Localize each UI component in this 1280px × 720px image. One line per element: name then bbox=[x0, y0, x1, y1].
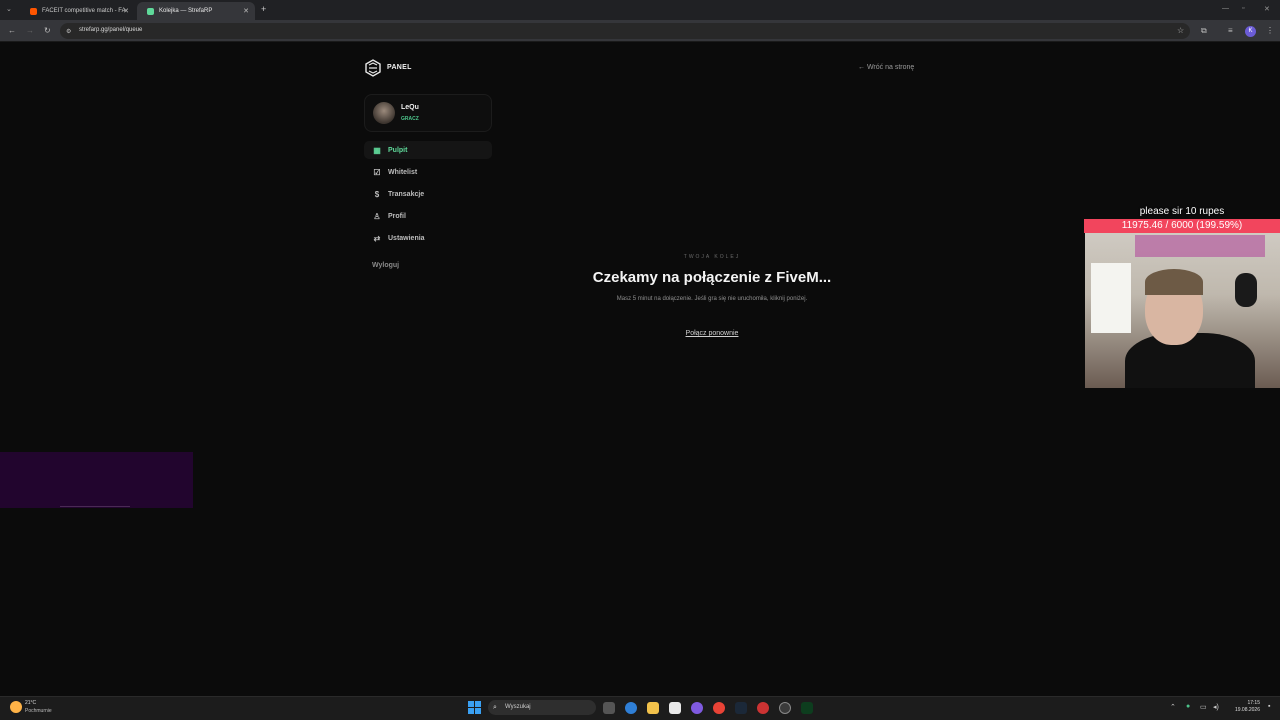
strefarp-logo-icon[interactable] bbox=[364, 59, 382, 77]
weather-icon[interactable] bbox=[10, 701, 22, 713]
close-tab-icon[interactable]: ✕ bbox=[123, 7, 129, 15]
checkbox-icon: ☑ bbox=[373, 167, 381, 177]
divider bbox=[60, 506, 130, 507]
windows-start-icon[interactable] bbox=[468, 701, 481, 714]
volume-icon[interactable]: ◂) bbox=[1213, 703, 1219, 711]
new-tab-button[interactable]: + bbox=[261, 4, 266, 14]
back-arrow-icon[interactable]: ← bbox=[8, 26, 16, 35]
back-to-site-link[interactable]: ← Wróć na stronę bbox=[858, 64, 914, 71]
minimize-icon[interactable]: — bbox=[1222, 5, 1229, 12]
reconnect-link[interactable]: Połącz ponownie bbox=[660, 330, 764, 337]
chrome-icon[interactable] bbox=[713, 702, 725, 714]
tab-kolejka[interactable]: Kolejka — StrefaRP ✕ bbox=[137, 2, 255, 20]
queue-description: Masz 5 minut na dołączenie. Jeśli gra si… bbox=[616, 296, 808, 302]
messenger-icon[interactable] bbox=[691, 702, 703, 714]
media-icon[interactable]: ≡ bbox=[1228, 26, 1233, 35]
dollar-icon: $ bbox=[374, 189, 380, 199]
webcam-feed bbox=[1085, 233, 1280, 388]
sidebar-item-transakcje[interactable]: $ Transakcje bbox=[364, 185, 492, 203]
queue-eyebrow: TWOJA KOLEJ bbox=[683, 254, 741, 260]
sidebar-item-profil[interactable]: ♙ Profil bbox=[364, 207, 492, 225]
extensions-icon[interactable]: ⧉ bbox=[1201, 26, 1207, 36]
site-info-icon[interactable]: ⚙ bbox=[66, 28, 71, 35]
search-icon: ⌕ bbox=[493, 704, 497, 711]
user-icon: ♙ bbox=[373, 211, 381, 221]
sidebar-item-label: Ustawienia bbox=[388, 234, 425, 242]
browser-tab-strip: ⌄ FACEIT competitive match - FA ✕ Kolejk… bbox=[0, 0, 1280, 20]
date: 19.08.2026 bbox=[1234, 707, 1260, 713]
strefarp-favicon-icon bbox=[147, 7, 154, 15]
panel-title: PANEL bbox=[387, 64, 412, 71]
app-icon[interactable] bbox=[757, 702, 769, 714]
reload-icon[interactable]: ↻ bbox=[44, 26, 51, 35]
taskbar-search[interactable]: ⌕ Wyszukaj bbox=[488, 700, 596, 715]
taskbar bbox=[0, 696, 1280, 720]
chrome-active-icon[interactable] bbox=[779, 702, 791, 714]
tab-search-icon[interactable]: ⌄ bbox=[6, 5, 12, 13]
streamer-body bbox=[1125, 333, 1255, 388]
close-tab-icon[interactable]: ✕ bbox=[243, 7, 249, 15]
omnibox[interactable] bbox=[60, 23, 1190, 39]
task-view-icon[interactable] bbox=[603, 702, 615, 714]
wall-poster bbox=[1135, 235, 1265, 257]
sidebar-item-ustawienia[interactable]: ⇄ Ustawienia bbox=[364, 229, 492, 247]
queue-title: Czekamy na połączenie z FiveM... bbox=[592, 269, 832, 286]
sidebar-item-label: Transakcje bbox=[388, 190, 425, 198]
file-explorer-icon[interactable] bbox=[647, 702, 659, 714]
terminal-icon[interactable] bbox=[801, 702, 813, 714]
taskbar-clock[interactable]: 17:15 19.08.2026 bbox=[1228, 700, 1260, 714]
edge-browser-icon[interactable] bbox=[625, 702, 637, 714]
donation-goal-bar: 11975.46 / 6000 (199.59%) bbox=[1084, 219, 1280, 233]
sidebar-item-pulpit[interactable]: ▦ Pulpit bbox=[364, 141, 492, 159]
tab-label: Kolejka — StrefaRP bbox=[159, 8, 213, 14]
maximize-icon[interactable]: ▫ bbox=[1242, 5, 1244, 12]
logout-link[interactable]: Wyloguj bbox=[372, 262, 399, 269]
microphone bbox=[1235, 273, 1257, 307]
weather-temp[interactable]: 21°C bbox=[25, 700, 36, 706]
user-name: LeQu bbox=[401, 104, 419, 111]
sidebar-item-label: Pulpit bbox=[388, 146, 408, 154]
search-placeholder: Wyszukaj bbox=[505, 704, 531, 710]
forward-arrow-icon[interactable]: → bbox=[26, 26, 34, 35]
grid-icon: ▦ bbox=[373, 145, 381, 155]
microphone-tray-icon[interactable]: ● bbox=[1186, 703, 1190, 710]
sliders-icon: ⇄ bbox=[373, 233, 381, 243]
bookmark-star-icon[interactable]: ☆ bbox=[1177, 26, 1184, 35]
tab-faceit[interactable]: FACEIT competitive match - FA ✕ bbox=[20, 2, 135, 20]
faceit-favicon-icon bbox=[30, 7, 37, 15]
donation-goal-title: please sir 10 rupes bbox=[1139, 206, 1225, 217]
network-icon[interactable]: ▭ bbox=[1200, 703, 1207, 711]
overlay-purple-panel bbox=[0, 452, 193, 508]
streamer-hair bbox=[1145, 269, 1203, 295]
time: 17:15 bbox=[1247, 700, 1260, 706]
weather-desc[interactable]: Pochmurnie bbox=[25, 708, 52, 714]
tab-label: FACEIT competitive match - FA bbox=[42, 8, 126, 14]
user-card: LeQu GRACZ bbox=[364, 94, 492, 132]
profile-avatar[interactable]: K bbox=[1245, 26, 1256, 37]
tray-chevron-icon[interactable]: ⌃ bbox=[1170, 703, 1176, 711]
close-window-icon[interactable]: ✕ bbox=[1264, 5, 1270, 13]
sidebar-item-label: Whitelist bbox=[388, 168, 418, 176]
sidebar-item-whitelist[interactable]: ☑ Whitelist bbox=[364, 163, 492, 181]
address-bar-row bbox=[0, 20, 1280, 42]
steam-icon[interactable] bbox=[735, 702, 747, 714]
menu-kebab-icon[interactable]: ⋮ bbox=[1266, 26, 1274, 35]
sidebar-item-label: Profil bbox=[388, 212, 406, 220]
room-window bbox=[1091, 263, 1131, 333]
url-text[interactable]: strefarp.gg/panel/queue bbox=[79, 27, 142, 33]
store-icon[interactable] bbox=[669, 702, 681, 714]
avatar bbox=[373, 102, 395, 124]
user-role-badge: GRACZ bbox=[401, 116, 419, 122]
notifications-icon[interactable]: ▪ bbox=[1268, 703, 1270, 710]
